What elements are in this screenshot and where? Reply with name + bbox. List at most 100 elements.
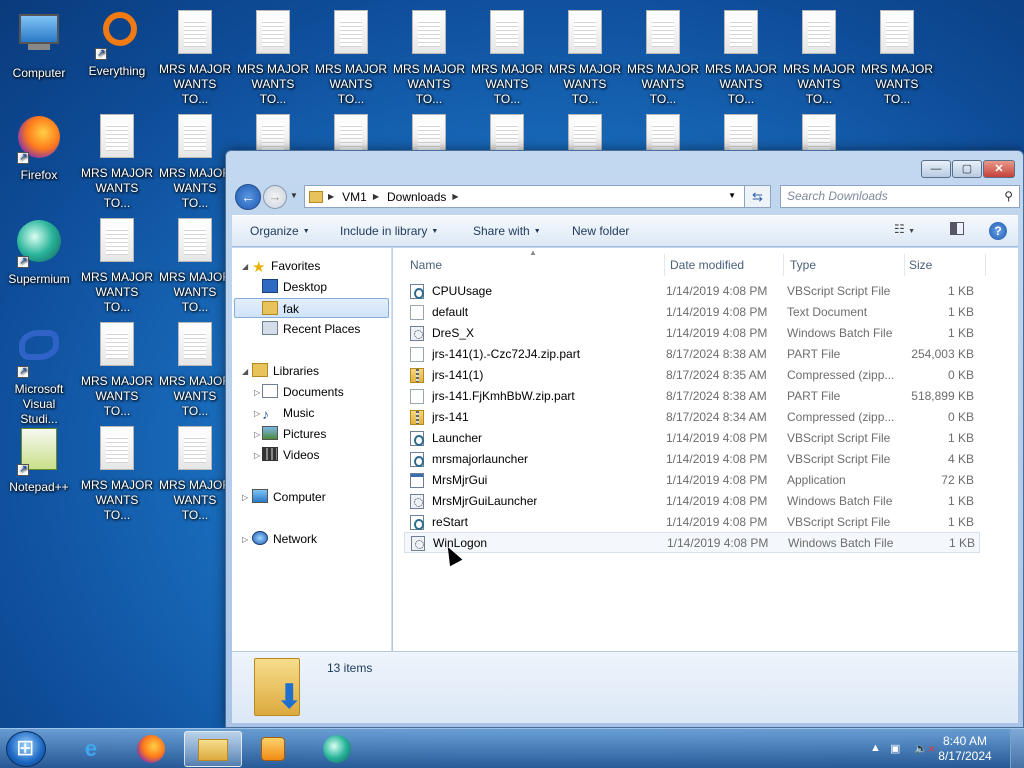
- table-row[interactable]: MrsMjrGui 1/14/2019 4:08 PM Application 72 …: [404, 470, 980, 491]
- expand-triangle-icon[interactable]: ▷: [254, 451, 260, 460]
- back-button[interactable]: ←: [235, 184, 261, 210]
- table-row[interactable]: default 1/14/2019 4:08 PM Text Document 1 K…: [404, 302, 980, 323]
- column-header-date[interactable]: Date modified: [670, 256, 744, 274]
- table-row[interactable]: Launcher 1/14/2019 4:08 PM VBScript Script…: [404, 428, 980, 449]
- table-row[interactable]: reStart 1/14/2019 4:08 PM VBScript Script …: [404, 512, 980, 533]
- column-header-size[interactable]: Size: [909, 256, 932, 274]
- table-row[interactable]: CPUUsage 1/14/2019 4:08 PM VBScript Script…: [404, 281, 980, 302]
- file-type: PART File: [787, 389, 841, 403]
- nav-network[interactable]: Network: [252, 529, 317, 549]
- desktop-icon-mrs-major[interactable]: MRS MAJOR WANTS TO...: [159, 426, 231, 523]
- desktop-icon-computer[interactable]: Computer: [3, 10, 75, 81]
- chevron-right-icon[interactable]: ▶: [328, 192, 334, 201]
- desktop-icon-mrs-major[interactable]: MRS MAJOR WANTS TO...: [861, 10, 933, 107]
- start-button[interactable]: [6, 731, 46, 767]
- system-clock[interactable]: 8:40 AM 8/17/2024: [930, 734, 1000, 764]
- show-hidden-icons-button[interactable]: ▲: [870, 742, 881, 754]
- nav-documents[interactable]: Documents: [262, 382, 344, 402]
- table-row[interactable]: MrsMjrGuiLauncher 1/14/2019 4:08 PM Window…: [404, 491, 980, 512]
- expand-triangle-icon[interactable]: ▷: [242, 535, 248, 544]
- nav-desktop[interactable]: Desktop: [262, 277, 327, 297]
- breadcrumb-vm1[interactable]: VM1: [342, 190, 367, 204]
- nav-favorites[interactable]: ★ Favorites: [252, 256, 320, 276]
- desktop-icon-mrs-major[interactable]: MRS MAJOR WANTS TO...: [783, 10, 855, 107]
- explorer-window[interactable]: — ▢ ✕ ← → ▼ ▶ VM1 ▶ Downloads ▶ ▼ ⇆ Sear…: [225, 150, 1024, 728]
- show-desktop-button[interactable]: [1010, 729, 1024, 768]
- desktop-icon-supermium[interactable]: Supermium: [3, 218, 75, 287]
- desktop-icon-mrs-major[interactable]: MRS MAJOR WANTS TO...: [81, 114, 153, 211]
- recent-pages-dropdown[interactable]: ▼: [290, 191, 298, 200]
- desktop-icon-everything[interactable]: Everything: [81, 10, 153, 79]
- address-dropdown[interactable]: ▼: [728, 191, 736, 200]
- arrow-right-icon: →: [268, 189, 282, 204]
- expand-triangle-icon[interactable]: ▷: [254, 388, 260, 397]
- desktop-icon-mrs-major[interactable]: MRS MAJOR WANTS TO...: [627, 10, 699, 107]
- chevron-down-icon: ▼: [533, 228, 541, 235]
- desktop-icon-mrs-major[interactable]: MRS MAJOR WANTS TO...: [159, 114, 231, 211]
- collapse-triangle-icon[interactable]: ◢: [242, 262, 248, 271]
- desktop-icon-mrs-major[interactable]: MRS MAJOR WANTS TO...: [471, 10, 543, 107]
- preview-pane-button[interactable]: [950, 222, 964, 238]
- nav-videos[interactable]: Videos: [262, 445, 319, 465]
- desktop-icon-mrs-major[interactable]: MRS MAJOR WANTS TO...: [81, 218, 153, 315]
- taskbar-internet-explorer[interactable]: e: [62, 731, 120, 767]
- desktop-icon-visual-studio[interactable]: Microsoft Visual Studi...: [3, 322, 75, 427]
- expand-triangle-icon[interactable]: ▷: [242, 493, 248, 502]
- maximize-button[interactable]: ▢: [952, 160, 982, 178]
- taskbar-firefox[interactable]: [122, 731, 180, 767]
- nav-music[interactable]: ♪ Music: [262, 403, 314, 423]
- desktop-icon-mrs-major[interactable]: MRS MAJOR WANTS TO...: [159, 218, 231, 315]
- breadcrumb-downloads[interactable]: Downloads: [387, 190, 446, 204]
- desktop-icon-label: WANTS TO...: [875, 77, 919, 106]
- help-button[interactable]: ?: [989, 222, 1007, 240]
- expand-triangle-icon[interactable]: ▷: [254, 430, 260, 439]
- minimize-button[interactable]: —: [921, 160, 951, 178]
- desktop-icon-firefox[interactable]: Firefox: [3, 114, 75, 183]
- item-count: 13 items: [327, 661, 373, 675]
- network-status-icon[interactable]: ▣: [890, 742, 900, 755]
- taskbar-supermium[interactable]: [308, 731, 366, 767]
- search-input[interactable]: Search Downloads ⚲: [780, 185, 1020, 208]
- forward-button[interactable]: →: [263, 185, 287, 209]
- table-row[interactable]: jrs-141(1).-Czc72J4.zip.part 8/17/2024 8:…: [404, 344, 980, 365]
- desktop-icon-mrs-major[interactable]: MRS MAJOR WANTS TO...: [393, 10, 465, 107]
- nav-fak[interactable]: fak: [234, 298, 389, 318]
- expand-triangle-icon[interactable]: ▷: [254, 409, 260, 418]
- desktop-icon-mrs-major[interactable]: MRS MAJOR WANTS TO...: [159, 10, 231, 107]
- table-row[interactable]: WinLogon 1/14/2019 4:08 PM Windows Batch F…: [404, 532, 980, 553]
- desktop-icon-mrs-major[interactable]: MRS MAJOR WANTS TO...: [81, 322, 153, 419]
- desktop-icon-mrs-major[interactable]: MRS MAJOR WANTS TO...: [705, 10, 777, 107]
- new-folder-button[interactable]: New folder: [572, 224, 629, 238]
- table-row[interactable]: jrs-141(1) 8/17/2024 8:35 AM Compressed (z…: [404, 365, 980, 386]
- desktop-icon-mrs-major[interactable]: MRS MAJOR WANTS TO...: [237, 10, 309, 107]
- nav-recent-places[interactable]: Recent Places: [262, 319, 360, 339]
- search-icon[interactable]: ⚲: [1004, 186, 1013, 207]
- desktop-icon-mrs-major[interactable]: MRS MAJOR WANTS TO...: [549, 10, 621, 107]
- address-bar[interactable]: ▶ VM1 ▶ Downloads ▶ ▼: [304, 185, 769, 208]
- refresh-button[interactable]: ⇆: [744, 185, 771, 208]
- column-header-name[interactable]: Name: [410, 256, 442, 274]
- close-button[interactable]: ✕: [983, 160, 1015, 178]
- column-header-type[interactable]: Type: [790, 256, 816, 274]
- table-row[interactable]: jrs-141 8/17/2024 8:34 AM Compressed (zipp…: [404, 407, 980, 428]
- organize-button[interactable]: Organize ▼: [250, 224, 310, 238]
- nav-libraries[interactable]: Libraries: [252, 361, 319, 381]
- change-view-button[interactable]: ☷ ▼: [894, 222, 915, 236]
- nav-pictures[interactable]: Pictures: [262, 424, 326, 444]
- table-row[interactable]: jrs-141.FjKmhBbW.zip.part 8/17/2024 8:38 …: [404, 386, 980, 407]
- chevron-right-icon[interactable]: ▶: [373, 192, 379, 201]
- taskbar-media-player[interactable]: [244, 731, 302, 767]
- share-with-button[interactable]: Share with ▼: [473, 224, 541, 238]
- chevron-right-icon[interactable]: ▶: [452, 192, 458, 201]
- taskbar-explorer[interactable]: [184, 731, 242, 767]
- desktop-icon-mrs-major[interactable]: MRS MAJOR WANTS TO...: [81, 426, 153, 523]
- collapse-triangle-icon[interactable]: ◢: [242, 367, 248, 376]
- desktop-icon-mrs-major[interactable]: MRS MAJOR WANTS TO...: [315, 10, 387, 107]
- table-row[interactable]: mrsmajorlauncher 1/14/2019 4:08 PM VBScrip…: [404, 449, 980, 470]
- include-in-library-button[interactable]: Include in library ▼: [340, 224, 438, 238]
- file-type: Windows Batch File: [788, 536, 894, 550]
- desktop-icon-notepadpp[interactable]: Notepad++: [3, 426, 75, 495]
- nav-computer[interactable]: Computer: [252, 487, 326, 507]
- desktop-icon-mrs-major[interactable]: MRS MAJOR WANTS TO...: [159, 322, 231, 419]
- table-row[interactable]: DreS_X 1/14/2019 4:08 PM Windows Batch Fil…: [404, 323, 980, 344]
